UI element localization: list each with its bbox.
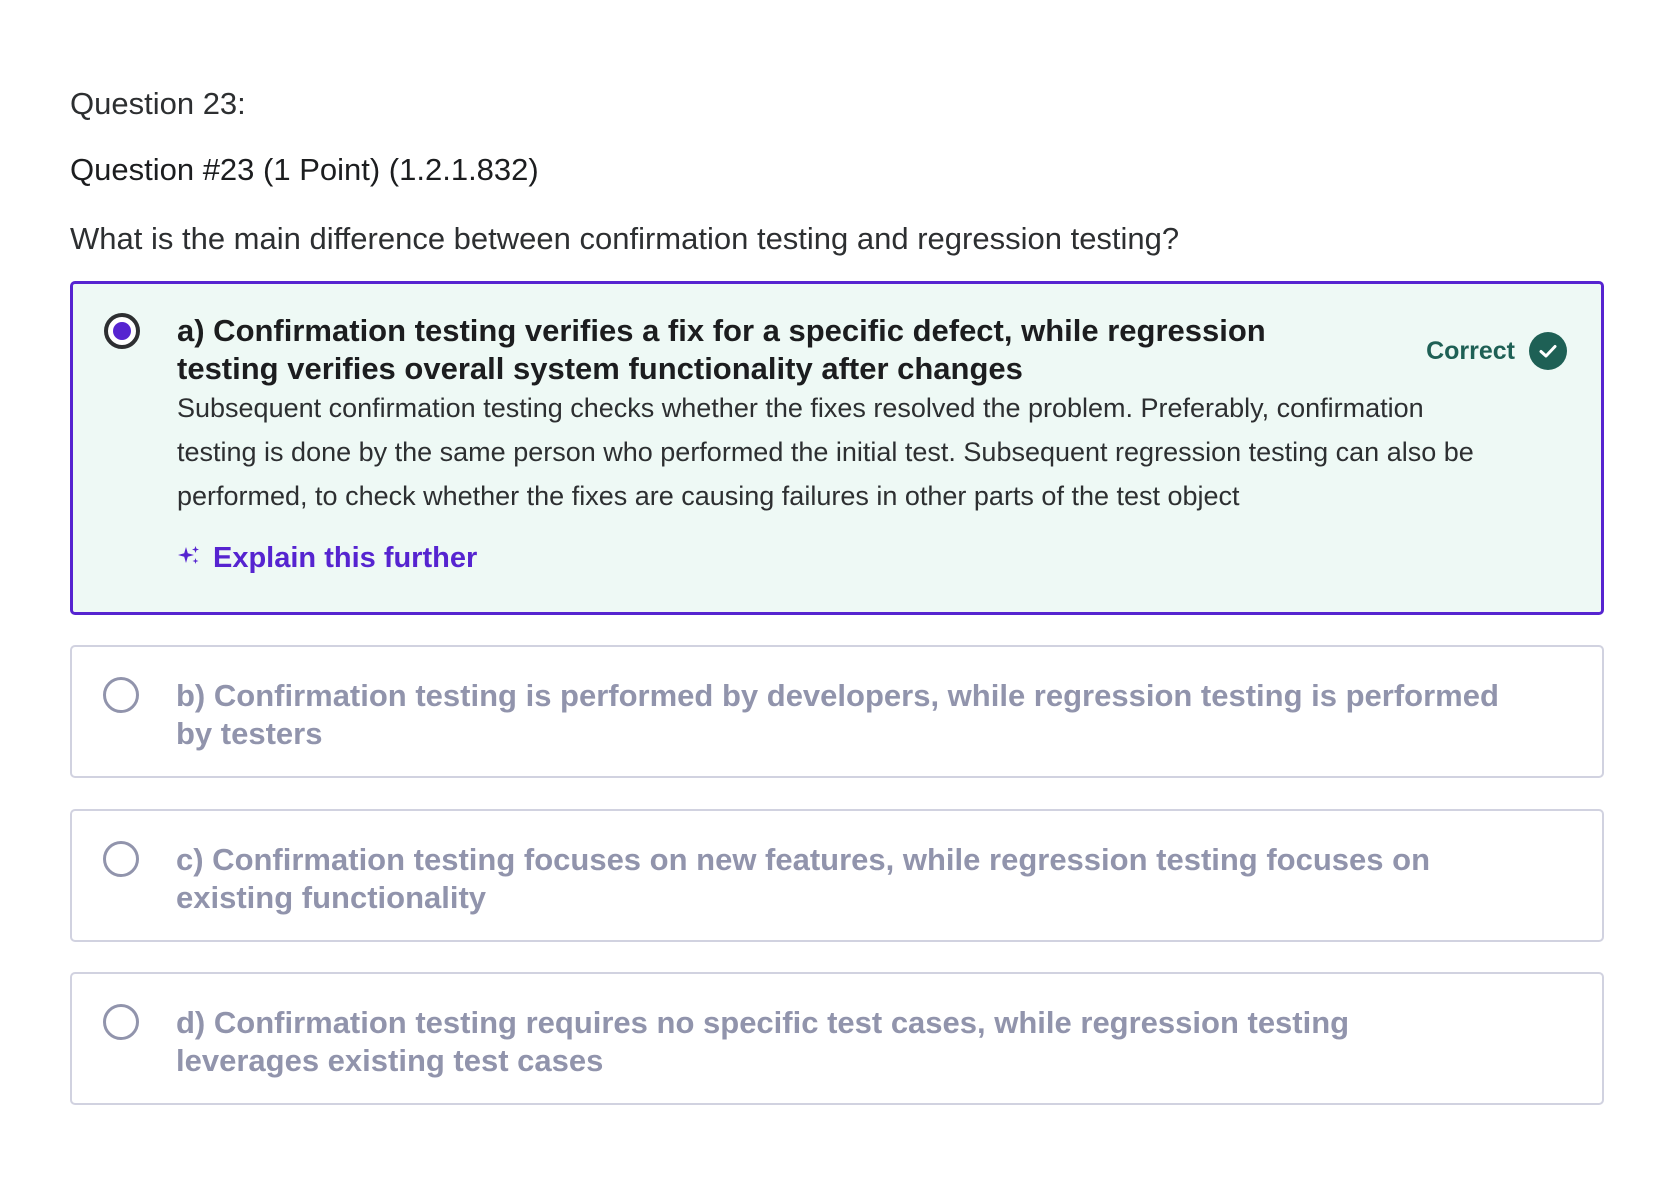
answer-option-a[interactable]: a) Confirmation testing verifies a fix f… (70, 281, 1604, 615)
explain-further-label: Explain this further (213, 542, 478, 574)
question-meta: Question #23 (1 Point) (1.2.1.832) (70, 152, 539, 187)
option-c-label: c) Confirmation testing focuses on new f… (176, 842, 1431, 915)
radio-button-b[interactable] (103, 677, 139, 713)
correct-badge: Correct (1426, 332, 1567, 370)
check-circle-icon (1529, 332, 1567, 370)
question-number: Question 23: (70, 86, 246, 121)
option-d-label: d) Confirmation testing requires no spec… (176, 1005, 1350, 1078)
correct-label: Correct (1426, 336, 1515, 365)
answer-option-d[interactable]: d) Confirmation testing requires no spec… (70, 972, 1604, 1105)
radio-button-a[interactable] (104, 313, 140, 349)
sparkle-icon (177, 544, 201, 573)
answer-option-c[interactable]: c) Confirmation testing focuses on new f… (70, 809, 1604, 942)
explain-further-button[interactable]: Explain this further (177, 542, 477, 575)
option-b-label: b) Confirmation testing is performed by … (176, 678, 1499, 751)
radio-selected-dot (113, 322, 131, 340)
option-a-label: a) Confirmation testing verifies a fix f… (177, 313, 1266, 386)
radio-button-c[interactable] (103, 841, 139, 877)
radio-button-d[interactable] (103, 1004, 139, 1040)
question-prompt: What is the main difference between conf… (70, 221, 1180, 256)
option-a-explanation: Subsequent confirmation testing checks w… (177, 393, 1474, 511)
answer-option-b[interactable]: b) Confirmation testing is performed by … (70, 645, 1604, 778)
